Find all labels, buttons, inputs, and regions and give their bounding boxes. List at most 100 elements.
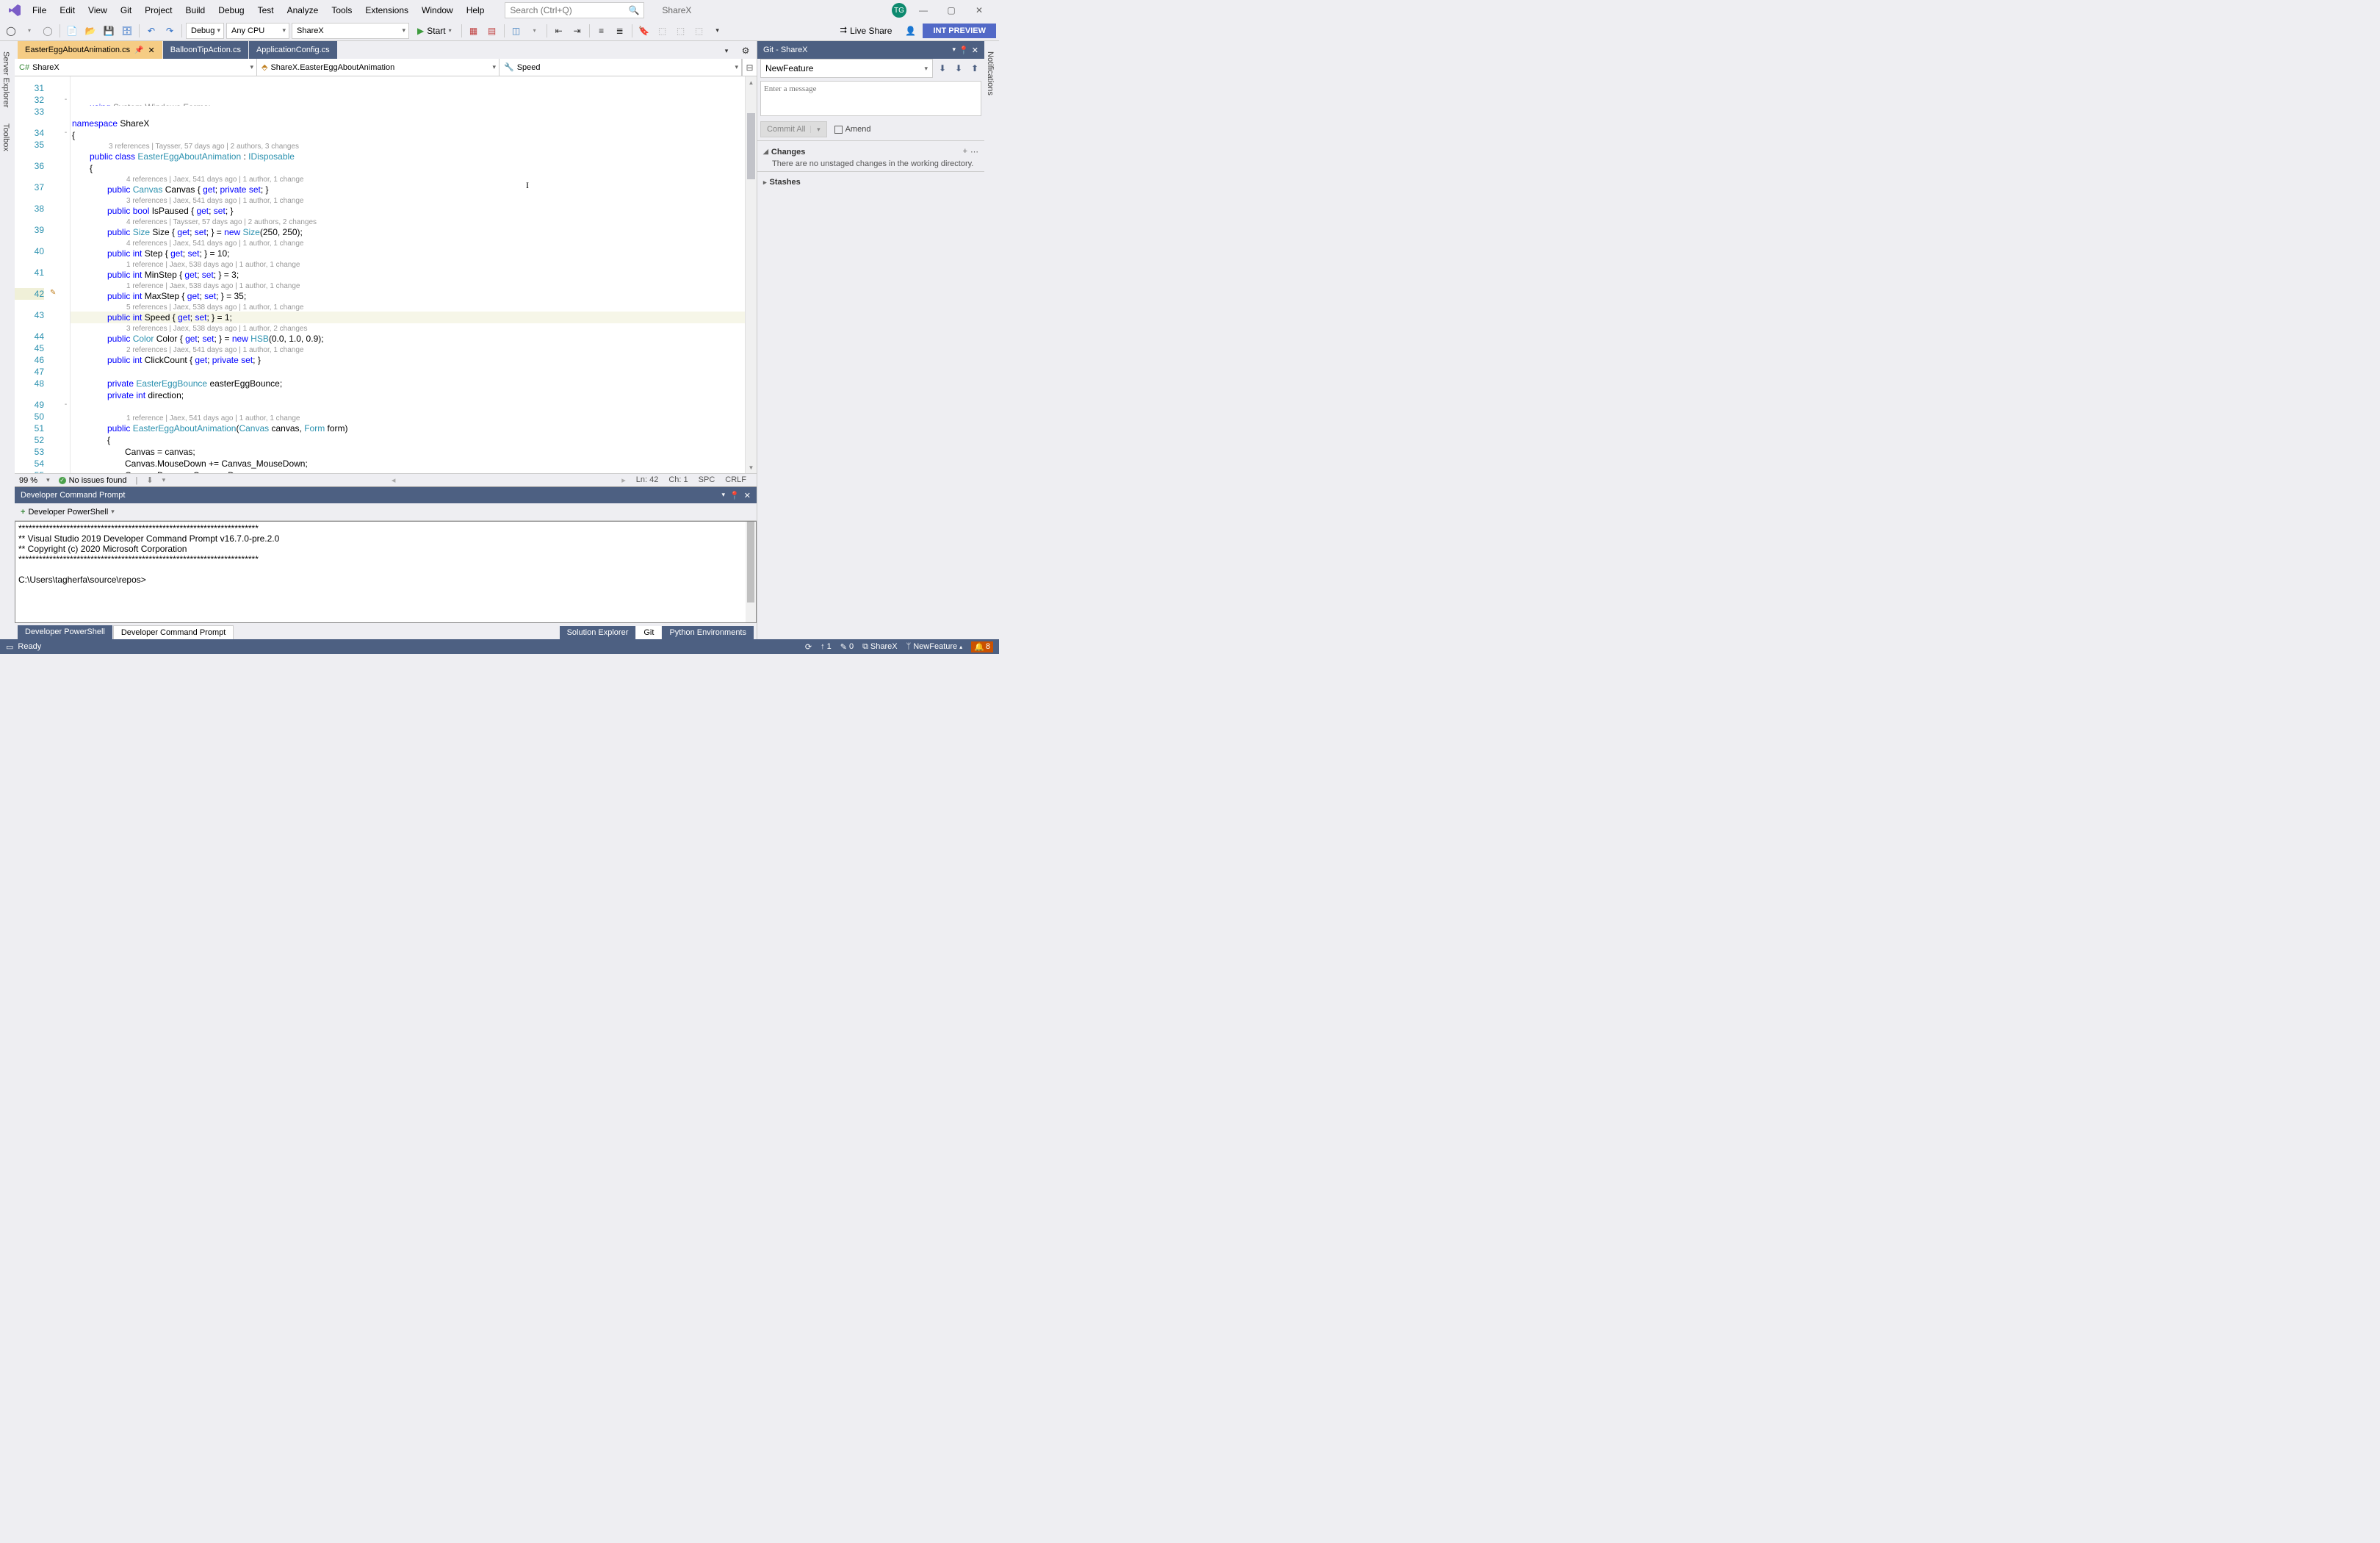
term-pin-icon[interactable]: 📍 [729,491,740,500]
term-scrollbar[interactable] [746,522,756,622]
term-dd-icon[interactable]: ▾ [722,491,726,500]
tb-g1-icon[interactable]: ⬚ [654,23,671,39]
nav-class-combo[interactable]: ⬘ ShareX.EasterEggAboutAnimation [257,59,500,76]
git-dd-icon[interactable]: ▾ [953,46,956,55]
tb-icon-3[interactable]: ◫ [508,23,524,39]
save-all-icon[interactable]: 🗄 [119,23,135,39]
forward-button[interactable]: ◯ [40,23,56,39]
tabs-gear-icon[interactable]: ⚙ [738,43,754,59]
tb-g2-icon[interactable]: ⬚ [673,23,689,39]
menu-debug[interactable]: Debug [212,2,250,18]
menu-window[interactable]: Window [416,2,459,18]
plus-icon[interactable]: + [21,508,25,517]
tb-g3-icon[interactable]: ⬚ [691,23,707,39]
menu-extensions[interactable]: Extensions [359,2,414,18]
bottom-tab-right[interactable]: Python Environments [662,626,754,639]
term-close-icon[interactable]: ✕ [744,491,751,500]
start-button[interactable]: ▶ Start ▾ [411,23,458,39]
spaces-indicator[interactable]: SPC [699,475,715,485]
tb-bookmark-icon[interactable]: 🔖 [636,23,652,39]
git-close-icon[interactable]: ✕ [972,46,978,55]
search-input[interactable] [510,5,628,15]
menu-git[interactable]: Git [115,2,137,18]
tb-indent-left-icon[interactable]: ⇤ [551,23,567,39]
commit-message[interactable] [760,81,981,118]
menu-view[interactable]: View [82,2,113,18]
menu-project[interactable]: Project [139,2,178,18]
search-box[interactable]: 🔍 [505,2,644,18]
menu-file[interactable]: File [26,2,52,18]
issues-indicator[interactable]: ✓ No issues found [59,476,127,485]
terminal-output[interactable]: ****************************************… [15,521,757,623]
doc-tab[interactable]: BalloonTipAction.cs [163,41,248,59]
close-icon[interactable]: ✕ [148,46,155,55]
changes-header[interactable]: ◢ Changes + ⋯ [763,144,978,159]
sb-pending[interactable]: ✎0 [840,642,854,652]
menu-analyze[interactable]: Analyze [281,2,325,18]
shell-dropdown[interactable]: Developer PowerShell [28,508,108,517]
minimize-button[interactable]: — [912,3,934,18]
bottom-tab[interactable]: Developer Command Prompt [113,625,234,639]
doc-tab[interactable]: EasterEggAboutAnimation.cs📌✕ [18,41,162,59]
tb-icon-3b[interactable]: ▾ [527,23,543,39]
config-combo[interactable]: Debug [186,23,224,39]
error-nav-icon[interactable]: ⬇ [146,475,153,485]
pull-icon[interactable]: ⬇ [952,62,965,75]
startup-project-combo[interactable]: ShareX [292,23,409,39]
more-icon[interactable]: ⋯ [970,147,978,157]
menu-edit[interactable]: Edit [54,2,81,18]
live-share-button[interactable]: ⮆ Live Share [834,25,898,36]
sb-notifications[interactable]: 🔔8 [971,641,993,652]
back-dd[interactable]: ▾ [21,23,37,39]
tb-icon-1[interactable]: ▦ [466,23,482,39]
new-project-icon[interactable]: 📄 [64,23,80,39]
sb-sync[interactable]: ⟳ [805,642,812,652]
tabs-dd-icon[interactable]: ▾ [718,43,735,59]
commit-button[interactable]: Commit All [760,121,827,137]
doc-tab[interactable]: ApplicationConfig.cs [249,41,337,59]
save-icon[interactable]: 💾 [101,23,117,39]
rail-notifications[interactable]: Notifications [984,47,999,100]
lineending-indicator[interactable]: CRLF [725,475,746,485]
add-icon[interactable]: + [963,147,967,157]
tb-indent-right-icon[interactable]: ⇥ [569,23,585,39]
stashes-header[interactable]: ▸ Stashes [763,175,978,190]
user-avatar[interactable]: TG [892,3,906,18]
bottom-tab-right[interactable]: Solution Explorer [560,626,636,639]
tb-overflow-icon[interactable]: ▾ [710,23,726,39]
sb-repo[interactable]: ⧉ShareX [862,642,898,652]
back-button[interactable]: ◯ [3,23,19,39]
feedback-icon[interactable]: 👤 [902,23,918,39]
sb-branch[interactable]: ᛘNewFeature▴ [906,642,963,651]
open-icon[interactable]: 📂 [82,23,98,39]
zoom-dd[interactable]: ▾ [46,476,50,484]
fetch-icon[interactable]: ⬇ [936,62,949,75]
pin-icon[interactable]: 📌 [134,46,143,54]
tb-uncomment-icon[interactable]: ≣ [612,23,628,39]
editor-scrollbar[interactable]: ▲ ▼ [745,76,757,473]
maximize-button[interactable]: ▢ [940,3,962,18]
split-icon[interactable]: ⊟ [742,59,757,76]
scroll-up-icon[interactable]: ▲ [746,76,757,88]
rail-server-explorer[interactable]: Server Explorer [0,47,15,112]
amend-checkbox[interactable]: Amend [834,125,871,134]
sb-outgoing[interactable]: ↑1 [821,642,832,651]
platform-combo[interactable]: Any CPU [226,23,289,39]
nav-member-combo[interactable]: 🔧 Speed [500,59,742,76]
menu-build[interactable]: Build [180,2,212,18]
nav-project-combo[interactable]: C# ShareX [15,59,257,76]
bottom-tab[interactable]: Developer PowerShell [18,625,112,639]
menu-tools[interactable]: Tools [325,2,358,18]
scroll-down-icon[interactable]: ▼ [746,461,757,473]
undo-icon[interactable]: ↶ [143,23,159,39]
zoom-level[interactable]: 99 % [19,476,37,485]
rail-toolbox[interactable]: Toolbox [0,119,15,156]
branch-combo[interactable]: NewFeature ▾ [760,59,933,78]
redo-icon[interactable]: ↷ [162,23,178,39]
solution-name[interactable]: ShareX [652,2,702,18]
bottom-tab-right[interactable]: Git [636,626,661,639]
git-pin-icon[interactable]: 📍 [959,46,969,55]
tb-icon-2[interactable]: ▤ [484,23,500,39]
tb-comment-icon[interactable]: ≡ [594,23,610,39]
push-icon[interactable]: ⬆ [968,62,981,75]
